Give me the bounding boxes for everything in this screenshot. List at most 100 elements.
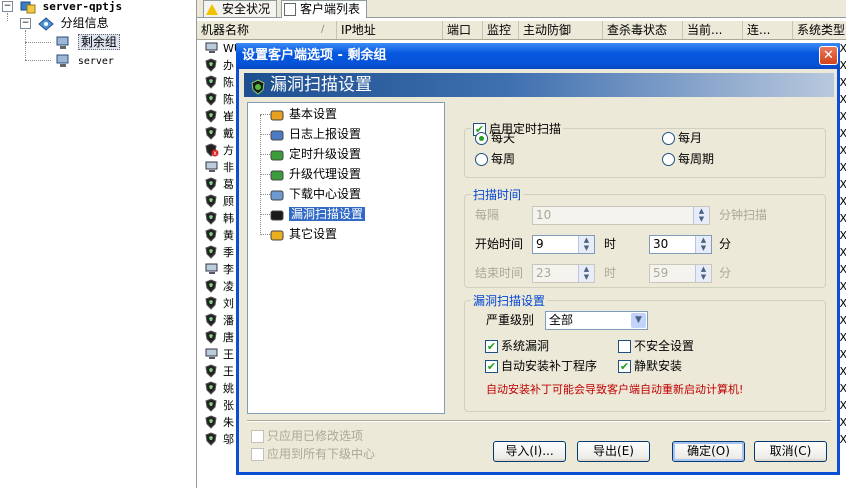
network-icon xyxy=(55,54,71,68)
tab-label: 安全状况 xyxy=(222,2,271,16)
col-av-status[interactable]: 查杀毒状态 xyxy=(603,21,683,39)
tree-root[interactable]: − server-qptjs xyxy=(2,0,122,15)
table-row[interactable]: 陈 xyxy=(223,74,234,91)
table-row[interactable]: 崔 xyxy=(223,108,234,125)
export-button[interactable]: 导出(E) xyxy=(577,441,650,462)
table-row[interactable]: 办 xyxy=(223,57,234,74)
col-port[interactable]: 端口 xyxy=(443,21,483,39)
system-vuln-checkbox[interactable]: ✔ 系统漏洞 xyxy=(485,337,549,356)
group-tree: − server-qptjs − 分组信息 剩余组 server xyxy=(0,0,196,488)
table-row[interactable]: 陈 xyxy=(223,91,234,108)
nav-item-label: 漏洞扫描设置 xyxy=(289,207,366,221)
start-minute-spinner[interactable]: 30 ▲ ▼ xyxy=(649,235,712,254)
radio-off-icon xyxy=(662,153,675,166)
silent-install-checkbox[interactable]: ✔ 静默安装 xyxy=(618,357,682,376)
table-row[interactable]: 非 xyxy=(223,159,234,176)
radio-monthly[interactable]: 每月 xyxy=(662,129,702,148)
nav-item[interactable]: 下载中心设置 xyxy=(270,185,361,203)
radio-on-icon xyxy=(475,132,488,145)
row-os-cell: X xyxy=(839,42,846,55)
tree-item-label: server xyxy=(77,56,114,67)
shield-alert-icon: x xyxy=(205,143,219,157)
col-machine-name[interactable]: 机器名称 ∕ xyxy=(197,21,337,39)
tab-security-status[interactable]: 安全状况 xyxy=(203,0,278,17)
tree-group[interactable]: − 分组信息 xyxy=(20,14,109,32)
cancel-button[interactable]: 取消(C) xyxy=(754,441,827,462)
close-button[interactable]: ✕ xyxy=(819,46,838,65)
table-row[interactable]: 姚 xyxy=(223,380,234,397)
checkbox-checked-icon: ✔ xyxy=(618,360,631,373)
auto-install-checkbox[interactable]: ✔ 自动安装补丁程序 xyxy=(485,357,597,376)
settings-nav: 基本设置日志上报设置 定时升级设置 升级代理设置 下载中心设置漏洞扫描设置其它设置 xyxy=(247,102,445,414)
shield-icon xyxy=(205,398,217,412)
table-row[interactable]: 葛 xyxy=(223,176,234,193)
table-row[interactable]: 王 xyxy=(223,346,234,363)
svg-text:x: x xyxy=(213,150,217,157)
row-os-cell: X xyxy=(839,365,846,378)
radio-monthly-cycle[interactable]: 每周期 xyxy=(662,150,714,169)
nav-item[interactable]: 基本设置 xyxy=(270,105,337,123)
warning-icon xyxy=(206,4,218,15)
folder-gear-icon xyxy=(270,108,286,122)
row-os-cell: X xyxy=(839,382,846,395)
table-row[interactable]: 潘 xyxy=(223,312,234,329)
row-os-cell: X xyxy=(839,161,846,174)
table-row[interactable]: 张 xyxy=(223,397,234,414)
table-row[interactable]: 王 xyxy=(223,363,234,380)
table-row[interactable]: 黄 xyxy=(223,227,234,244)
col-connection[interactable]: 连... xyxy=(743,21,793,39)
vuln-legend: 漏洞扫描设置 xyxy=(473,294,546,308)
checkbox-unchecked-icon xyxy=(618,340,631,353)
collapse-icon[interactable]: − xyxy=(20,18,31,29)
col-ip[interactable]: IP地址 xyxy=(337,21,443,39)
collapse-icon[interactable]: − xyxy=(2,1,13,12)
table-row[interactable]: 凌 xyxy=(223,278,234,295)
table-row[interactable]: 戴 xyxy=(223,125,234,142)
row-os-cell: X xyxy=(839,263,846,276)
table-row[interactable]: 顾 xyxy=(223,193,234,210)
shield-icon xyxy=(205,58,217,72)
col-monitor[interactable]: 监控 xyxy=(483,21,519,39)
table-row[interactable]: 邬 xyxy=(223,431,234,448)
start-hour-spinner[interactable]: 9 ▲ ▼ xyxy=(532,235,595,254)
tree-item-server[interactable]: server xyxy=(52,51,114,69)
table-row[interactable]: 韩 xyxy=(223,210,234,227)
row-os-cell: X xyxy=(839,280,846,293)
shield-icon xyxy=(205,228,217,242)
section-banner: 漏洞扫描设置 xyxy=(244,73,834,97)
table-row[interactable]: 刘 xyxy=(223,295,234,312)
table-row[interactable]: 朱 xyxy=(223,414,234,431)
nav-item[interactable]: 升级代理设置 xyxy=(270,165,361,183)
row-os-cell: X xyxy=(839,127,846,140)
radio-weekly[interactable]: 每周 xyxy=(475,150,515,169)
row-os-cell: X xyxy=(839,314,846,327)
computer-icon xyxy=(205,41,218,55)
nav-item[interactable]: 漏洞扫描设置 xyxy=(270,205,366,223)
checkbox-checked-icon: ✔ xyxy=(485,360,498,373)
severity-select[interactable]: 全部 ▼ xyxy=(545,311,648,330)
table-row[interactable]: 季 xyxy=(223,244,234,261)
table-row[interactable]: 李 xyxy=(223,261,234,278)
row-os-cell: X xyxy=(839,212,846,225)
col-current[interactable]: 当前... xyxy=(683,21,743,39)
shield-icon xyxy=(205,279,217,293)
col-defense[interactable]: 主动防御 xyxy=(519,21,603,39)
tree-item-remaining[interactable]: 剩余组 xyxy=(52,33,120,51)
unsafe-settings-checkbox[interactable]: 不安全设置 xyxy=(618,337,694,356)
import-button[interactable]: 导入(I)... xyxy=(493,441,566,462)
tab-client-list[interactable]: 客户端列表 xyxy=(281,0,368,18)
shield-icon xyxy=(205,313,217,327)
col-os[interactable]: 系统类型 xyxy=(793,21,846,39)
ok-button[interactable]: 确定(O) xyxy=(672,441,745,462)
table-row[interactable]: 方 xyxy=(223,142,234,159)
row-os-cell: X xyxy=(839,93,846,106)
radio-daily[interactable]: 每天 xyxy=(475,129,515,148)
shield-icon xyxy=(205,330,217,344)
nav-item[interactable]: 日志上报设置 xyxy=(270,125,361,143)
nav-item[interactable]: 定时升级设置 xyxy=(270,145,361,163)
table-row[interactable]: 唐 xyxy=(223,329,234,346)
banner-title: 漏洞扫描设置 xyxy=(270,75,372,95)
dialog-title-bar[interactable]: 设置客户端选项 - 剩余组 ✕ xyxy=(236,43,840,69)
row-os-cell: X xyxy=(839,416,846,429)
nav-item[interactable]: 其它设置 xyxy=(270,225,337,243)
